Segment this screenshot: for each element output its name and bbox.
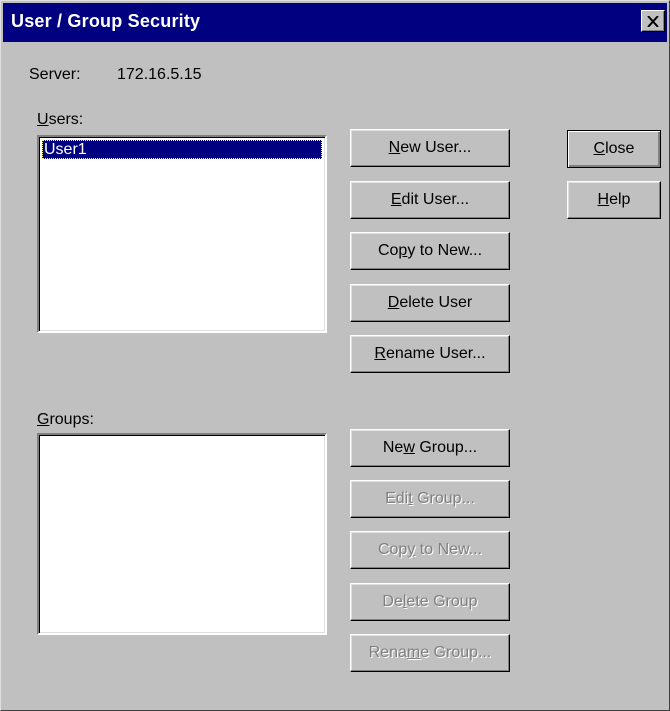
rename-user-button-label: Rename User... xyxy=(374,345,486,362)
new-user-button-label: New User... xyxy=(388,139,472,156)
users-label-mnemonic: U xyxy=(37,111,49,128)
server-address: 172.16.5.15 xyxy=(117,66,202,83)
rename-group-button-label: Rename Group... xyxy=(368,644,492,661)
edit-user-button[interactable]: Edit User... xyxy=(350,181,510,219)
copy-group-to-new-button-label: Copy to New... xyxy=(377,541,483,558)
server-label: Server: xyxy=(29,66,81,83)
edit-user-button-label: Edit User... xyxy=(390,191,470,208)
delete-user-button[interactable]: Delete User xyxy=(350,284,510,322)
delete-group-button-label: Delete Group xyxy=(382,593,478,610)
title-bar[interactable]: User / Group Security xyxy=(3,3,667,42)
help-button[interactable]: Help xyxy=(567,181,661,219)
delete-group-button[interactable]: Delete Group xyxy=(350,583,510,621)
copy-group-to-new-button[interactable]: Copy to New... xyxy=(350,531,510,569)
groups-listbox[interactable] xyxy=(37,433,327,635)
dialog-title: User / Group Security xyxy=(11,11,201,31)
new-group-button-label: New Group... xyxy=(382,439,478,456)
copy-user-to-new-button-label: Copy to New... xyxy=(377,242,483,259)
delete-user-button-label: Delete User xyxy=(387,294,473,311)
copy-user-to-new-button[interactable]: Copy to New... xyxy=(350,232,510,270)
close-button-label: Close xyxy=(593,140,635,157)
user-group-security-dialog: User / Group Security Server: 172.16.5.1… xyxy=(0,0,670,711)
users-listbox[interactable]: User1 xyxy=(37,135,327,333)
rename-group-button[interactable]: Rename Group... xyxy=(350,634,510,672)
close-icon xyxy=(647,15,659,27)
groups-label: Groups: xyxy=(37,411,94,429)
help-button-label: Help xyxy=(597,191,631,208)
edit-group-button-label: Edit Group... xyxy=(385,490,475,507)
rename-user-button[interactable]: Rename User... xyxy=(350,335,510,373)
close-button[interactable]: Close xyxy=(567,130,661,168)
users-label: Users: xyxy=(37,111,83,129)
users-label-rest: sers: xyxy=(48,111,84,128)
list-item-user1[interactable]: User1 xyxy=(42,140,322,159)
title-close-button[interactable] xyxy=(641,10,665,32)
new-group-button[interactable]: New Group... xyxy=(350,429,510,467)
edit-group-button[interactable]: Edit Group... xyxy=(350,480,510,518)
groups-label-rest: roups: xyxy=(49,411,94,428)
groups-label-mnemonic: G xyxy=(37,411,50,428)
new-user-button[interactable]: New User... xyxy=(350,129,510,167)
